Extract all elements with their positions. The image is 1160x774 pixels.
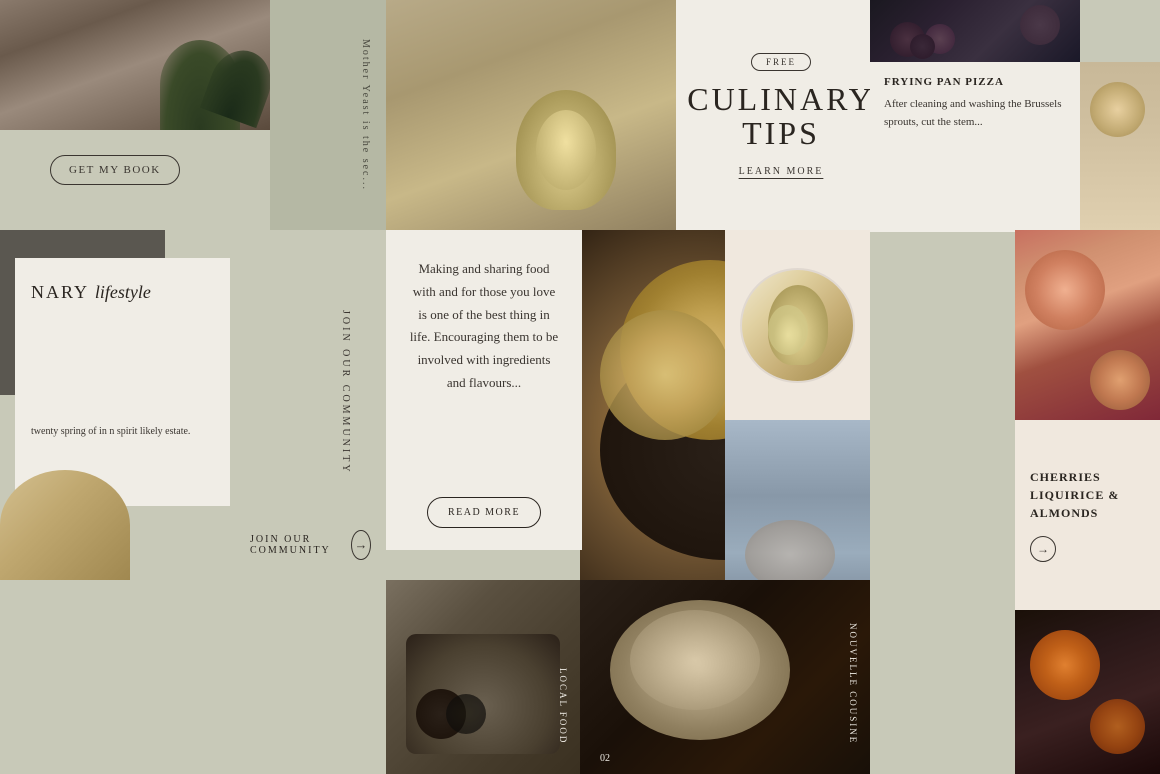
join-community-cell: JOIN OUR COMMUNITY JOIN OUR COMMUNITY → — [230, 230, 386, 580]
white-card-stack: NARY lifestyle twenty spring of in n spi… — [15, 258, 230, 506]
vertical-text-cell: Mother Yeast is the sec... — [270, 0, 386, 230]
bottom-nouvelle-photo: NOUVELLE COUSINE 02 — [580, 580, 870, 774]
number-label: 02 — [600, 753, 610, 764]
top-right-food-photo — [870, 0, 1080, 62]
cherries-recipe-name: CHERRIES LIQUIRICE & ALMONDS — [1030, 468, 1145, 522]
join-community-label: JOIN OUR COMMUNITY — [250, 534, 341, 556]
estate-text: twenty spring of in n spirit likely esta… — [31, 423, 214, 440]
culinary-tips-card: FREE CULINARY TIPS LEARN MORE — [676, 0, 886, 230]
join-arrow-circle[interactable]: → — [351, 530, 370, 560]
learn-more-link[interactable]: LEARN MORE — [739, 166, 824, 177]
join-community-row[interactable]: JOIN OUR COMMUNITY → — [250, 530, 371, 560]
pear-photo — [386, 0, 676, 230]
bottom-pear-image — [0, 470, 130, 580]
pear-circle-image — [740, 268, 855, 383]
mother-yeast-text: Mother Yeast is the sec... — [360, 39, 371, 191]
bottom-local-food-photo: LOCAL FOOD — [386, 580, 580, 774]
get-book-button[interactable]: GET MY BOOK — [50, 155, 180, 185]
citrus-photo-card — [1015, 610, 1160, 774]
cherries-recipe-card: CHERRIES LIQUIRICE & ALMONDS → — [1015, 420, 1160, 610]
culinary-title: CULINARY TIPS — [687, 83, 875, 150]
top-left-photo — [0, 0, 270, 130]
nouvelle-cousine-label: NOUVELLE COUSINE — [848, 623, 858, 744]
flower-photo-card — [1015, 230, 1160, 420]
circle-pear-card — [725, 230, 870, 420]
read-more-button[interactable]: READ MORE — [427, 497, 541, 528]
cherries-arrow-button[interactable]: → — [1030, 536, 1056, 562]
nary-lifestyle-heading: NARY lifestyle — [31, 274, 214, 303]
frying-pan-title: FRYING PAN PIZZA — [884, 76, 1066, 88]
join-vertical-text: JOIN OUR COMMUNITY — [340, 310, 351, 475]
frying-pan-body: After cleaning and washing the Brussels … — [884, 96, 1066, 131]
local-food-label: LOCAL FOOD — [558, 668, 568, 744]
free-badge: FREE — [751, 53, 811, 71]
center-quote-card: Making and sharing food with and for tho… — [386, 230, 582, 550]
center-quote-text: Making and sharing food with and for tho… — [408, 258, 560, 395]
frying-pan-article: FRYING PAN PIZZA After cleaning and wash… — [870, 62, 1080, 232]
side-food-photo — [1080, 62, 1160, 232]
